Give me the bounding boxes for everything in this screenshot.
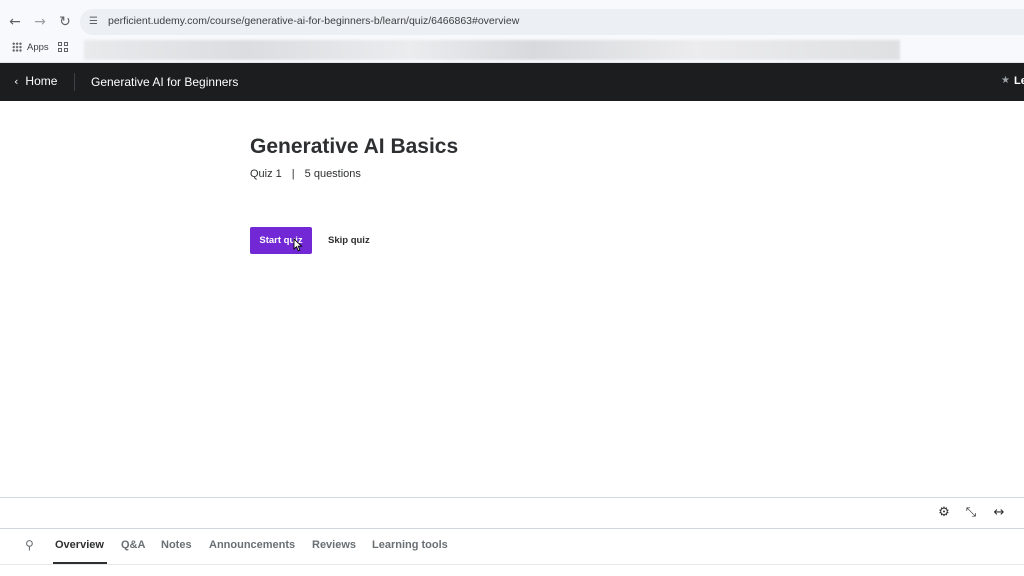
meta-separator: | <box>291 168 295 180</box>
tab-reviews[interactable]: Reviews <box>312 539 356 551</box>
player-control-bar: ⚙ ⤡ ↔ <box>0 497 1024 529</box>
wide-view-icon[interactable]: ↔ <box>991 505 1007 521</box>
quiz-meta: Quiz 1 | 5 questions <box>250 168 361 180</box>
reload-icon[interactable]: ↻ <box>56 13 74 31</box>
address-row: ← → ↻ ☰ perficient.udemy.com/course/gene… <box>0 7 1024 37</box>
tab-groups-icon[interactable] <box>58 42 68 52</box>
home-link[interactable]: ‹ Home <box>14 74 57 88</box>
tab-announcements[interactable]: Announcements <box>209 539 295 551</box>
mouse-cursor-icon <box>293 238 303 252</box>
quiz-title: Generative AI Basics <box>250 135 459 158</box>
home-label: Home <box>25 74 58 88</box>
tab-overview[interactable]: Overview <box>55 539 104 551</box>
star-icon[interactable]: ★ <box>1001 75 1010 86</box>
forward-icon[interactable]: → <box>31 13 49 31</box>
apps-icon[interactable] <box>12 42 22 52</box>
quiz-overview: Generative AI Basics Quiz 1 | 5 questions … <box>0 101 1024 497</box>
tab-notes[interactable]: Notes <box>161 539 192 551</box>
leave-rating-link[interactable]: Le <box>1014 75 1024 87</box>
tab-qa[interactable]: Q&A <box>121 539 145 551</box>
browser-toolbar: ← → ↻ ☰ perficient.udemy.com/course/gene… <box>0 0 1024 63</box>
course-tabs: ⚲ Overview Q&A Notes Announcements Revie… <box>0 529 1024 565</box>
expand-icon[interactable]: ⤡ <box>963 505 979 521</box>
skip-quiz-button[interactable]: Skip quiz <box>328 227 370 254</box>
question-count: 5 questions <box>304 168 361 180</box>
header-divider <box>74 73 75 91</box>
active-tab-indicator <box>53 562 107 564</box>
url-text[interactable]: perficient.udemy.com/course/generative-a… <box>108 15 519 27</box>
apps-bookmark[interactable]: Apps <box>27 42 49 53</box>
site-info-icon[interactable]: ☰ <box>89 16 101 28</box>
course-title[interactable]: Generative AI for Beginners <box>91 75 238 89</box>
quiz-number: Quiz 1 <box>250 168 282 180</box>
back-icon[interactable]: ← <box>6 13 24 31</box>
tab-learning-tools[interactable]: Learning tools <box>372 539 448 551</box>
search-icon[interactable]: ⚲ <box>25 538 39 552</box>
gear-icon[interactable]: ⚙ <box>936 505 952 521</box>
course-header: ‹ Home Generative AI for Beginners ★ Le <box>0 63 1024 101</box>
blurred-bookmarks <box>84 40 900 60</box>
address-bar[interactable]: ☰ perficient.udemy.com/course/generative… <box>80 9 1024 35</box>
chevron-left-icon: ‹ <box>14 75 19 88</box>
bookmarks-bar: Apps <box>0 38 1024 60</box>
